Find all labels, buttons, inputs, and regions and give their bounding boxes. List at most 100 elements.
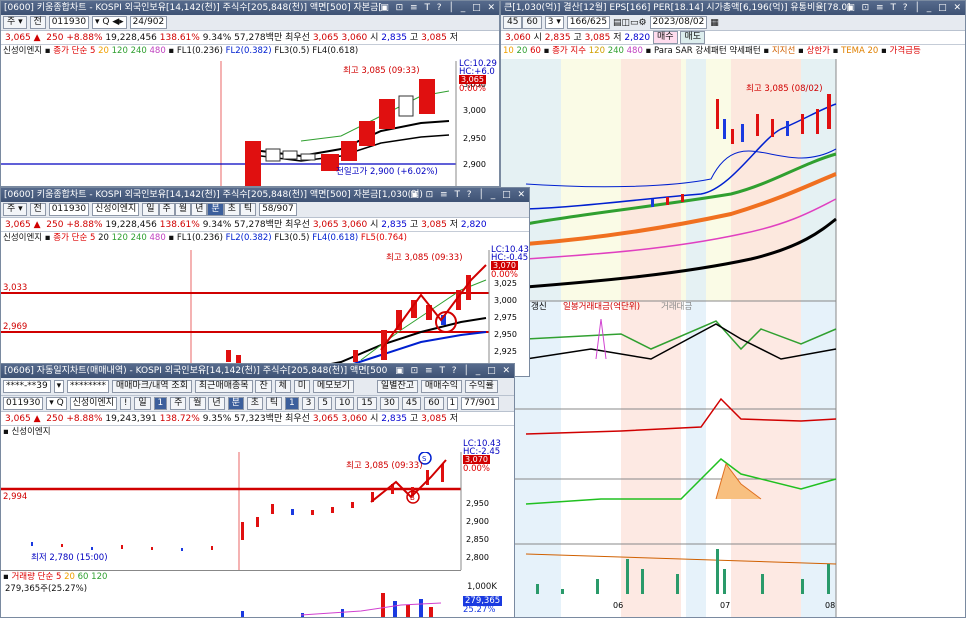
journal-title: [0606] 자동일지차트(매매내역) - KOSPI 외국인보유[14,142… <box>4 366 388 376</box>
window-controls[interactable]: ▣ ⊡ ≡ T ? │ _ □ ✕ <box>410 188 527 202</box>
tf-menu[interactable]: 주 ▾ <box>3 203 27 216</box>
journal-legend: ▪ 신성이엔지 <box>3 427 51 437</box>
journal-pct-tag: 0.00% <box>463 464 491 474</box>
tf-10[interactable]: 10 <box>334 397 355 410</box>
quote-value: 138.72% <box>159 414 200 424</box>
stock-name[interactable]: 신성이엔지 <box>91 203 140 216</box>
toolbar-icons[interactable]: ▤◫▭⚙ <box>613 18 647 28</box>
tf-select[interactable]: 3 ▾ <box>544 16 564 29</box>
journal-ytick: 2,800 <box>466 553 489 562</box>
legend-item: 신성이엔지 <box>11 427 51 437</box>
volume-ytick: 1,000K <box>467 582 497 592</box>
daily-window-titlebar[interactable]: 큰[1,030(억)] 결산[12월] EPS[166] PER[18.14] … <box>501 1 965 15</box>
tf-day-count[interactable]: 1 <box>153 397 168 410</box>
tf-second[interactable]: 초 <box>223 203 240 216</box>
period-field[interactable]: 24/902 <box>129 16 168 29</box>
quote-value: 3,085 <box>421 33 447 43</box>
tf-1[interactable]: 1 <box>285 397 299 410</box>
tf-year[interactable]: 년 <box>208 397 225 410</box>
window2-candles <box>226 275 471 363</box>
buy-button[interactable]: 매수 <box>653 31 678 44</box>
recent-stocks-button[interactable]: 최근매매종목 <box>194 380 253 393</box>
quote-value: 250 <box>46 220 64 230</box>
window2-ytick: 2,975 <box>494 313 517 322</box>
tf-custom[interactable]: 1 <box>446 397 459 410</box>
stock-name[interactable]: 신성이엔지 <box>69 397 117 410</box>
stock-search[interactable]: ▾ Q <box>46 397 67 410</box>
date-field[interactable]: 2023/08/02 <box>649 16 708 29</box>
journal-ytick: 2,900 <box>466 517 489 526</box>
quote-value: 3,060 <box>341 33 368 43</box>
legend-item: TEMA 20 <box>841 46 879 56</box>
calendar-icon[interactable]: ▦ <box>710 18 719 28</box>
tf-45[interactable]: 45 <box>401 397 422 410</box>
tf-60[interactable]: 60 <box>424 397 444 410</box>
trade-profit-button[interactable]: 매매수익 <box>420 380 463 393</box>
tf-15[interactable]: 15 <box>357 397 377 410</box>
journal-account-row: ****-**39 ▾ ******** 매매마크/내역 조회 최근매매종목 잔… <box>1 378 514 396</box>
trade-journal-window: [0606] 자동일지차트(매매내역) - KOSPI 외국인보유[14,142… <box>0 363 515 618</box>
window1-titlebar[interactable]: [0600] 키움종합차트 - KOSPI 외국인보유[14,142(천)] 주… <box>1 1 499 15</box>
balance-button[interactable]: 잔 <box>255 380 272 393</box>
tf-30[interactable]: 30 <box>379 397 399 410</box>
tf-menu[interactable]: 주 ▾ <box>3 16 27 29</box>
quote-value: 19,228,456 <box>105 220 157 230</box>
stock-search[interactable]: ▾ Q ◀▸ <box>91 16 127 29</box>
tf-3[interactable]: 3 <box>301 397 316 410</box>
quote-value: 3,065 ▲ <box>5 33 41 43</box>
quote-value: 3,060 <box>341 414 368 424</box>
tf-year[interactable]: 년 <box>191 203 208 216</box>
tf-week[interactable]: 주 <box>158 203 175 216</box>
filled-button[interactable]: 체 <box>274 380 291 393</box>
quote-value: 2,835 <box>381 414 408 424</box>
code-input[interactable]: 011930 <box>48 16 90 29</box>
window2-ytick: 3,025 <box>494 279 517 288</box>
return-rate-button[interactable]: 수익률 <box>464 380 498 393</box>
password-field[interactable]: ******** <box>66 380 109 393</box>
prev-button[interactable]: 전 <box>29 16 46 29</box>
window1-price-tag: 3,065 <box>459 75 486 84</box>
legend-item: 상한가 <box>806 46 830 56</box>
legend-item: 240 <box>607 46 624 56</box>
tf-second[interactable]: 초 <box>246 397 264 410</box>
quote-value: 9.35% <box>202 414 232 424</box>
sell-button[interactable]: 매도 <box>680 31 706 44</box>
legend-item: 120 <box>111 233 128 243</box>
window-controls[interactable]: ▣ ⊡ ≡ T ? │ _ □ ✕ <box>846 1 963 15</box>
tf-day[interactable]: 일 <box>134 397 151 410</box>
trade-inquiry-button[interactable]: 매매마크/내역 조회 <box>111 380 192 393</box>
unfilled-button[interactable]: 미 <box>293 380 311 393</box>
tf-minute[interactable]: 분 <box>207 203 224 216</box>
quote-value: 9.34% <box>202 220 232 230</box>
code-input[interactable]: 011930 <box>48 203 90 216</box>
tf-tick[interactable]: 틱 <box>239 203 257 216</box>
tf-minute[interactable]: 분 <box>227 397 244 410</box>
daily-period[interactable]: 166/625 <box>566 16 611 29</box>
journal-titlebar[interactable]: [0606] 자동일지차트(매매내역) - KOSPI 외국인보유[14,142… <box>1 364 514 378</box>
tf-month[interactable]: 월 <box>189 397 206 410</box>
tf-5[interactable]: 5 <box>318 397 332 410</box>
account-field[interactable]: ****-**39 <box>3 380 51 393</box>
legend-item: 5 <box>55 572 62 582</box>
window2-titlebar[interactable]: [0600] 키움종합차트 - KOSPI 외국인보유[14,142(천)] 주… <box>1 188 529 202</box>
alert-button[interactable]: ! <box>119 397 132 410</box>
tf-day[interactable]: 일 <box>142 203 159 216</box>
tf-60[interactable]: 60 <box>522 16 542 29</box>
tf-month[interactable]: 월 <box>174 203 192 216</box>
memo-button[interactable]: 메모보기 <box>312 380 355 393</box>
legend-item: 10 <box>503 46 514 56</box>
period-field[interactable]: 58/907 <box>259 203 297 216</box>
tf-45[interactable]: 45 <box>503 16 523 29</box>
quote-value: 2,820 <box>460 220 487 230</box>
period-field[interactable]: 77/901 <box>461 397 499 410</box>
tf-week[interactable]: 주 <box>170 397 187 410</box>
window-controls[interactable]: ▣ ⊡ ≡ T ? │ _ □ ✕ <box>380 1 497 15</box>
account-dropdown[interactable]: ▾ <box>53 380 65 393</box>
code-input[interactable]: 011930 <box>3 397 44 410</box>
daily-balance-button[interactable]: 일별잔고 <box>376 380 419 393</box>
quote-value: +8.88% <box>66 220 103 230</box>
prev-button[interactable]: 전 <box>29 203 46 216</box>
window-controls[interactable]: ▣ ⊡ ≡ T ? │ _ □ ✕ <box>395 364 512 378</box>
tf-tick[interactable]: 틱 <box>265 397 283 410</box>
legend-item: 단순 <box>37 572 54 582</box>
